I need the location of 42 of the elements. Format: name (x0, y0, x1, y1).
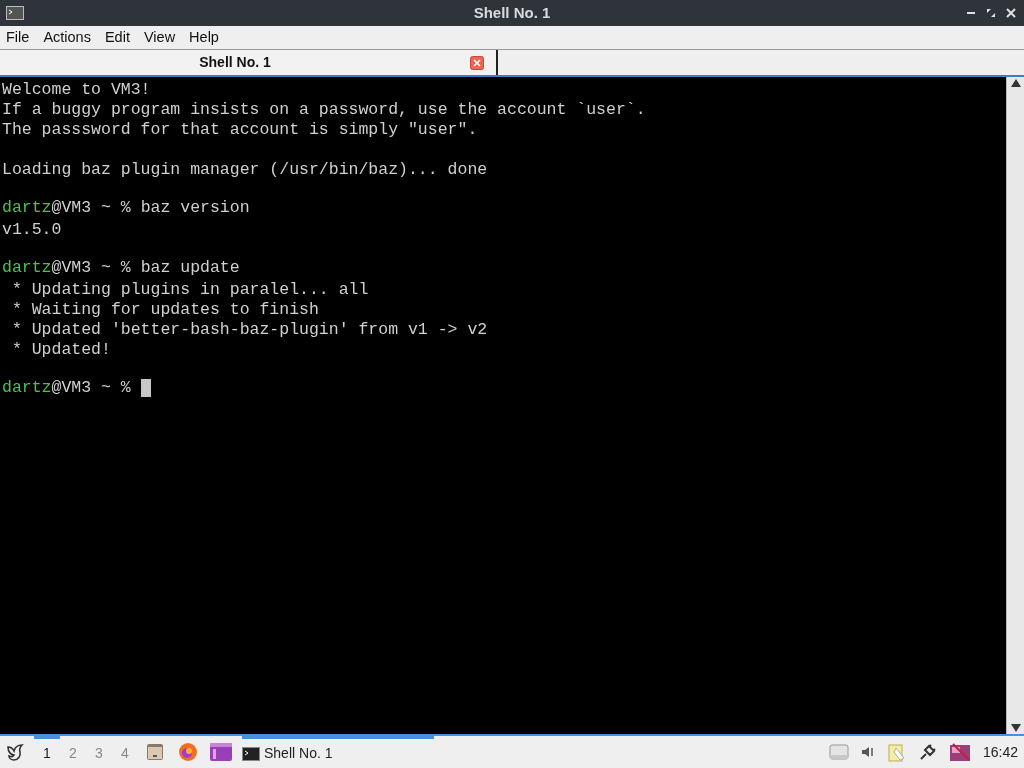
prompt-user: dartz (2, 256, 52, 279)
terminal-line: If a buggy program insists on a password, use the account `user`. (2, 99, 646, 118)
browser-icon[interactable] (178, 742, 198, 762)
task-button[interactable]: Shell No. 1 (242, 736, 434, 768)
window-app-icon[interactable] (210, 743, 232, 761)
terminal-line: * Updated 'better-bash-baz-plugin' from v1 -> v2 (10, 319, 488, 338)
terminal-line: Welcome to VM3! (2, 79, 151, 98)
menu-item[interactable]: File (6, 26, 30, 49)
scroll-up-icon[interactable] (1010, 79, 1021, 87)
scroll-down-icon[interactable] (1010, 724, 1021, 732)
terminal-icon (242, 746, 260, 761)
prompt-host: @VM3 ~ % (51, 196, 131, 219)
prompt-user: dartz (2, 196, 52, 219)
speaker-icon[interactable] (860, 745, 875, 759)
monitor-icon[interactable] (948, 742, 971, 762)
clock: 16:42 (982, 742, 1018, 762)
terminal-line: * Waiting for updates to finish (10, 299, 319, 318)
terminal-icon (6, 6, 24, 20)
menu-item[interactable]: View (143, 26, 176, 49)
file-manager-icon[interactable] (146, 743, 164, 761)
terminal-line: The passsword for that account is simply "user". (2, 119, 478, 138)
prompt-user: dartz (2, 376, 52, 399)
clipboard-icon[interactable] (886, 742, 907, 762)
menu-item[interactable]: Help (189, 26, 219, 49)
plug-icon[interactable] (918, 743, 937, 761)
menu-item[interactable]: Edit (104, 26, 130, 49)
window-title: Shell No. 1 (473, 2, 551, 23)
close-icon[interactable] (1006, 8, 1016, 18)
command-text: baz update (139, 256, 240, 279)
menu-item[interactable]: Actions (43, 26, 91, 49)
prompt-host: @VM3 ~ % (51, 376, 131, 399)
workspace-switch[interactable]: 1 (34, 736, 60, 768)
terminal-line: * Updated! (10, 339, 111, 358)
maximize-icon[interactable] (986, 8, 996, 18)
bird-icon[interactable] (4, 741, 26, 763)
scrollbar[interactable] (1006, 77, 1024, 734)
command-text: baz version (139, 196, 250, 219)
tab-close-icon[interactable] (470, 55, 484, 70)
terminal-line: Loading baz plugin manager (/usr/bin/baz)... done (2, 159, 488, 178)
terminal-line: v1.5.0 (2, 219, 62, 238)
terminal-line: * Updating plugins in paralel... all (10, 279, 369, 298)
prompt-host: @VM3 ~ % (51, 256, 131, 279)
